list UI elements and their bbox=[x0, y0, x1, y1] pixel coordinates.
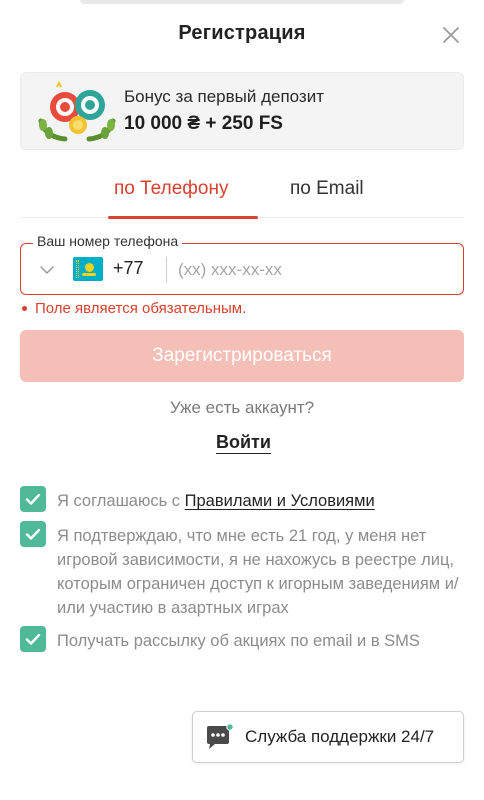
error-message: Поле является обязательным. bbox=[22, 300, 246, 317]
checkmark-icon bbox=[25, 528, 41, 540]
error-dot bbox=[22, 305, 27, 311]
chevron-down-icon bbox=[40, 266, 54, 274]
dial-code: +77 bbox=[113, 258, 144, 278]
phone-field-label: Ваш номер телефона bbox=[33, 233, 183, 249]
consent-terms-text: Я соглашаюсь с Правилами и Условиями bbox=[57, 489, 467, 513]
registration-tabs: по Телефону по Email bbox=[20, 168, 464, 219]
consent-newsletter-text: Получать рассылку об акциях по email и в… bbox=[57, 632, 420, 650]
page-title: Регистрация bbox=[178, 22, 306, 44]
have-account-text: Уже есть аккаунт? bbox=[169, 398, 315, 417]
consent-age-text: Я подтверждаю, что мне есть 21 год, у ме… bbox=[57, 527, 459, 617]
casino-chips-wreath-icon bbox=[35, 80, 119, 143]
chat-icon bbox=[207, 724, 234, 749]
bonus-amount: 10 000 ₴ + 250 FS bbox=[124, 113, 283, 134]
consent-terms-prefix: Я соглашаюсь с bbox=[57, 492, 185, 510]
terms-link[interactable]: Правилами и Условиями bbox=[185, 492, 375, 510]
kazakhstan-flag-icon bbox=[73, 257, 103, 281]
error-text: Поле является обязательным. bbox=[35, 300, 247, 317]
tab-phone[interactable]: по Телефону bbox=[114, 178, 228, 200]
phone-input[interactable] bbox=[178, 256, 448, 284]
country-code-select[interactable]: +77 bbox=[39, 257, 169, 282]
bonus-title: Бонус за первый депозит bbox=[124, 87, 325, 106]
register-button[interactable]: Зарегистрироваться bbox=[20, 330, 464, 382]
checkmark-icon bbox=[25, 633, 41, 645]
age-checkbox[interactable] bbox=[20, 521, 46, 547]
active-tab-indicator bbox=[108, 216, 258, 219]
checkmark-icon bbox=[25, 493, 41, 505]
bonus-banner: Бонус за первый депозит 10 000 ₴ + 250 F… bbox=[20, 72, 464, 150]
header: Регистрация bbox=[0, 0, 484, 70]
phone-field: Ваш номер телефона +77 bbox=[20, 233, 464, 295]
terms-checkbox[interactable] bbox=[20, 486, 46, 512]
support-button[interactable]: Служба поддержки 24/7 bbox=[192, 711, 464, 763]
newsletter-checkbox[interactable] bbox=[20, 626, 46, 652]
field-divider bbox=[166, 257, 167, 283]
login-link[interactable]: Войти bbox=[216, 432, 271, 453]
close-icon[interactable] bbox=[440, 24, 462, 46]
support-label: Служба поддержки 24/7 bbox=[245, 727, 435, 746]
tab-email[interactable]: по Email bbox=[290, 178, 364, 200]
